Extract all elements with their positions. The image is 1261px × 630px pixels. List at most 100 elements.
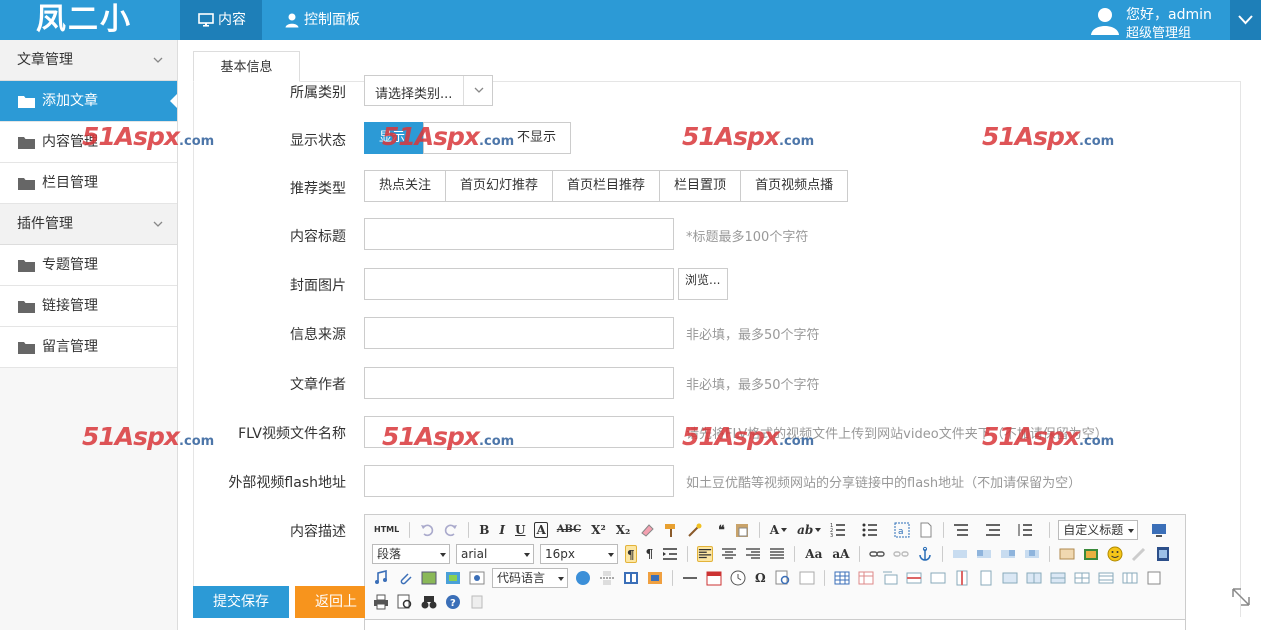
category-select[interactable]: 请选择类别... bbox=[364, 75, 493, 106]
user-menu-toggle[interactable] bbox=[1230, 0, 1261, 40]
music-icon[interactable] bbox=[373, 570, 389, 586]
delete-col-icon[interactable] bbox=[978, 570, 994, 586]
sidebar-item-message[interactable]: 留言管理 bbox=[0, 327, 177, 368]
resize-handle-icon[interactable] bbox=[1230, 586, 1252, 608]
recommend-option-home-column[interactable]: 首页栏目推荐 bbox=[552, 170, 661, 202]
eraser-icon[interactable] bbox=[639, 522, 655, 538]
ordered-list-icon[interactable]: 123 bbox=[830, 522, 846, 538]
bold-icon[interactable]: B bbox=[478, 521, 490, 539]
split-rows-icon[interactable] bbox=[1098, 570, 1114, 586]
recommend-option-home-slide[interactable]: 首页幻灯推荐 bbox=[445, 170, 554, 202]
go-back-button[interactable]: 返回上一页 bbox=[295, 586, 365, 618]
time-icon[interactable] bbox=[730, 570, 746, 586]
merge-down-icon[interactable] bbox=[1050, 570, 1066, 586]
unlink-icon[interactable] bbox=[893, 546, 910, 562]
map-icon[interactable] bbox=[421, 570, 437, 586]
sidebar-item-topic[interactable]: 专题管理 bbox=[0, 245, 177, 286]
scrawl-icon[interactable] bbox=[1131, 546, 1147, 562]
flash-input[interactable] bbox=[364, 465, 674, 497]
merge-cells-icon[interactable] bbox=[1002, 570, 1018, 586]
sidebar-item-column[interactable]: 栏目管理 bbox=[0, 163, 177, 204]
image-right-icon[interactable] bbox=[1000, 546, 1016, 562]
uppercase-icon[interactable]: Aa bbox=[804, 545, 823, 563]
insert-video-icon[interactable] bbox=[1155, 546, 1171, 562]
recommend-option-column-top[interactable]: 栏目置顶 bbox=[659, 170, 742, 202]
link-icon[interactable] bbox=[869, 546, 886, 562]
cover-image-input[interactable] bbox=[364, 268, 674, 300]
row-spacing-top-icon[interactable] bbox=[953, 522, 969, 538]
tab-basic-info[interactable]: 基本信息 bbox=[193, 51, 300, 82]
background-color-icon[interactable]: ab bbox=[796, 521, 822, 539]
merge-right-icon[interactable] bbox=[1026, 570, 1042, 586]
help-icon[interactable]: ? bbox=[445, 594, 461, 610]
horizontal-rule-icon[interactable] bbox=[682, 570, 698, 586]
recommend-option-home-video[interactable]: 首页视频点播 bbox=[740, 170, 849, 202]
recommend-option-hot[interactable]: 热点关注 bbox=[364, 170, 447, 202]
clear-document-icon[interactable] bbox=[918, 522, 934, 538]
preview-icon[interactable] bbox=[1151, 522, 1167, 538]
source-input[interactable] bbox=[364, 317, 674, 349]
redo-icon[interactable] bbox=[443, 522, 459, 538]
image-none-icon[interactable] bbox=[952, 546, 968, 562]
superscript-icon[interactable]: X² bbox=[590, 521, 607, 539]
code-language-select[interactable]: 代码语言 bbox=[492, 568, 568, 588]
background-icon[interactable] bbox=[647, 570, 663, 586]
insert-row-icon[interactable] bbox=[906, 570, 922, 586]
unordered-list-icon[interactable] bbox=[862, 522, 878, 538]
google-map-icon[interactable] bbox=[445, 570, 461, 586]
sidebar-group-article[interactable]: 文章管理 bbox=[0, 40, 177, 81]
ltr-direction-icon[interactable]: ¶ bbox=[625, 545, 637, 563]
split-cells-icon[interactable] bbox=[1074, 570, 1090, 586]
insert-frame-icon[interactable] bbox=[469, 570, 485, 586]
font-family-select[interactable]: arial bbox=[456, 544, 534, 564]
print-preview-icon[interactable] bbox=[397, 594, 413, 610]
search-replace-icon[interactable] bbox=[775, 570, 791, 586]
nav-tab-control-panel[interactable]: 控制面板 bbox=[266, 0, 376, 40]
delete-row-icon[interactable] bbox=[930, 570, 946, 586]
sidebar-item-link[interactable]: 链接管理 bbox=[0, 286, 177, 327]
row-spacing-bottom-icon[interactable] bbox=[985, 522, 1001, 538]
display-option-show[interactable]: 显示 bbox=[364, 122, 424, 154]
browse-button[interactable]: 浏览... bbox=[678, 268, 728, 300]
page-break-icon[interactable] bbox=[599, 570, 615, 586]
custom-title-select[interactable]: 自定义标题 bbox=[1058, 520, 1139, 540]
line-height-icon[interactable] bbox=[1017, 522, 1033, 538]
underline-icon[interactable]: U bbox=[514, 521, 526, 539]
subscript-icon[interactable]: X₂ bbox=[615, 521, 632, 539]
display-option-hide[interactable]: 不显示 bbox=[423, 122, 571, 154]
undo-icon[interactable] bbox=[419, 522, 435, 538]
insert-paragraph-before-table-icon[interactable] bbox=[882, 570, 898, 586]
align-justify-icon[interactable] bbox=[769, 546, 785, 562]
find-binoculars-icon[interactable] bbox=[421, 594, 437, 610]
anchor-icon[interactable] bbox=[917, 546, 933, 562]
font-border-icon[interactable]: A bbox=[534, 522, 548, 538]
lowercase-icon[interactable]: aA bbox=[831, 545, 850, 563]
paragraph-select[interactable]: 段落 bbox=[372, 544, 450, 564]
rtl-direction-icon[interactable]: ¶ bbox=[645, 545, 655, 563]
insert-image-icon[interactable] bbox=[1083, 546, 1099, 562]
blockquote-icon[interactable]: ❝ bbox=[717, 521, 725, 539]
paste-plain-icon[interactable] bbox=[734, 522, 750, 538]
font-color-icon[interactable]: A bbox=[769, 521, 788, 539]
nav-tab-content[interactable]: 内容 bbox=[180, 0, 262, 40]
insert-table-icon[interactable] bbox=[834, 570, 850, 586]
attachment-icon[interactable] bbox=[397, 570, 413, 586]
select-all-icon[interactable]: a bbox=[894, 522, 910, 538]
word-image-icon[interactable] bbox=[799, 570, 815, 586]
font-size-select[interactable]: 16px bbox=[540, 544, 618, 564]
author-input[interactable] bbox=[364, 367, 674, 399]
web-app-icon[interactable] bbox=[575, 570, 591, 586]
image-left-icon[interactable] bbox=[976, 546, 992, 562]
print-icon[interactable] bbox=[373, 594, 389, 610]
align-right-icon[interactable] bbox=[745, 546, 761, 562]
date-icon[interactable] bbox=[706, 570, 722, 586]
chart-icon[interactable] bbox=[1146, 570, 1162, 586]
drafts-icon[interactable] bbox=[469, 594, 485, 610]
special-chars-icon[interactable]: Ω bbox=[754, 569, 767, 587]
simple-upload-icon[interactable] bbox=[1059, 546, 1075, 562]
user-menu[interactable]: 您好，admin 超级管理组 bbox=[1090, 3, 1230, 41]
image-center-icon[interactable] bbox=[1024, 546, 1040, 562]
content-title-input[interactable] bbox=[364, 218, 674, 250]
indent-icon[interactable] bbox=[662, 546, 678, 562]
insert-col-icon[interactable] bbox=[954, 570, 970, 586]
